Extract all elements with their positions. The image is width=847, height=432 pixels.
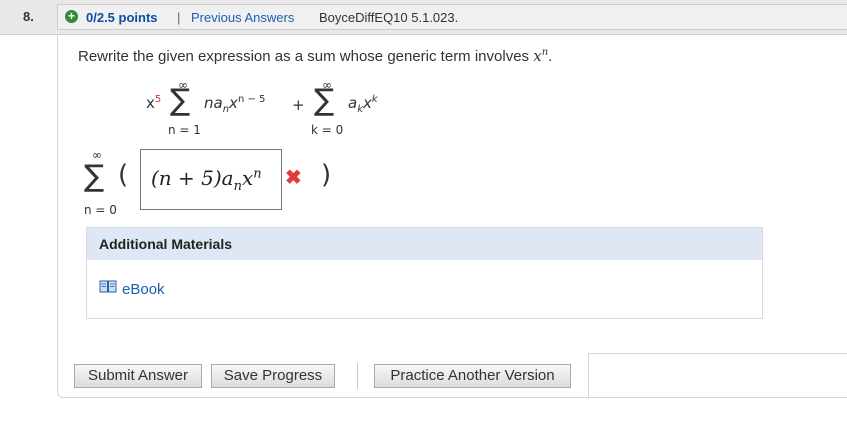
button-area-border xyxy=(588,353,847,354)
prompt-variable: x xyxy=(533,47,542,65)
prompt-end: . xyxy=(548,48,553,65)
submit-answer-button[interactable]: Submit Answer xyxy=(74,364,202,388)
practice-another-version-button[interactable]: Practice Another Version xyxy=(374,364,571,388)
header-separator: | xyxy=(177,10,181,25)
button-area-border-vertical xyxy=(588,353,589,397)
incorrect-x-icon: ✖ xyxy=(285,167,302,189)
left-paren: ( xyxy=(118,160,129,190)
sum1-sigma-icon: ∑ xyxy=(170,83,191,118)
previous-answers-link[interactable]: Previous Answers xyxy=(191,10,294,25)
question-number: 8. xyxy=(23,9,34,24)
problem-code: BoyceDiffEQ10 5.1.023. xyxy=(319,10,459,25)
expand-plus-icon[interactable]: + xyxy=(65,10,78,23)
expr1-term: nanxn − 5 xyxy=(204,94,266,115)
plus-sign: + xyxy=(292,96,305,114)
additional-materials-title: Additional Materials xyxy=(99,236,233,252)
points-score: 0/2.5 points xyxy=(86,10,158,25)
expr1-coefficient: x5 xyxy=(146,94,162,112)
answer-lower-limit: n = 0 xyxy=(84,203,117,217)
ebook-link[interactable]: eBook xyxy=(122,281,165,298)
button-divider xyxy=(357,363,358,389)
prompt-text: Rewrite the given expression as a sum wh… xyxy=(78,48,534,65)
expr1-lower-limit: n = 1 xyxy=(168,123,201,137)
answer-value: (n + 5)anxn xyxy=(151,166,262,194)
save-progress-button[interactable]: Save Progress xyxy=(211,364,335,388)
book-icon[interactable] xyxy=(99,280,117,294)
answer-sigma-icon: ∑ xyxy=(84,159,105,194)
sum2-sigma-icon: ∑ xyxy=(314,83,335,118)
question-prompt: Rewrite the given expression as a sum wh… xyxy=(78,47,552,65)
right-paren: ) xyxy=(321,160,332,190)
expr2-term: akxk xyxy=(348,94,378,115)
expr2-lower-limit: k = 0 xyxy=(311,123,344,137)
